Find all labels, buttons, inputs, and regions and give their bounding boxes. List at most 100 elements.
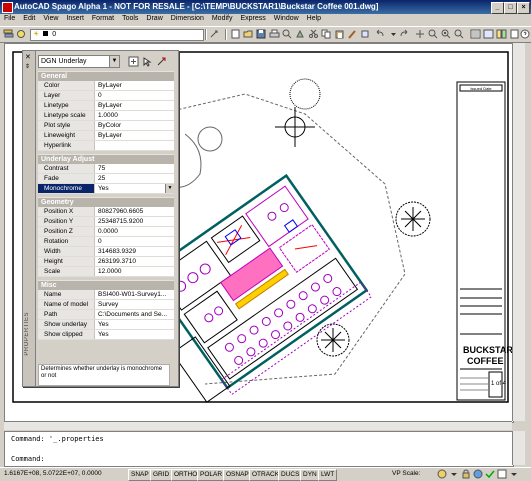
menu-file[interactable]: File	[0, 14, 19, 23]
property-row[interactable]: Name BSI400-W01-Survey1...	[38, 290, 174, 300]
paste-icon[interactable]	[334, 29, 345, 39]
palette-autohide-icon[interactable]: ⇕	[25, 63, 30, 70]
layer-dropdown[interactable]: ☀ 0	[30, 29, 204, 41]
open-file-icon[interactable]	[243, 29, 254, 39]
property-value[interactable]: 263199.3710	[94, 257, 174, 266]
maximize-button[interactable]: □	[504, 2, 517, 14]
menu-help[interactable]: Help	[303, 14, 325, 23]
property-row[interactable]: Contrast 75	[38, 164, 174, 174]
polar-toggle[interactable]: POLAR	[197, 469, 226, 481]
toggle-pickadd-icon[interactable]	[128, 56, 139, 67]
copy-icon[interactable]	[321, 29, 332, 39]
plot-icon[interactable]	[269, 29, 280, 39]
property-value[interactable]: 1.0000	[94, 111, 174, 120]
grid-toggle[interactable]: GRID	[150, 469, 173, 481]
save-icon[interactable]	[256, 29, 267, 39]
publish-icon[interactable]	[295, 29, 306, 39]
property-value[interactable]: 314683.9329	[94, 247, 174, 256]
layer-previous-icon[interactable]	[209, 29, 220, 39]
block-editor-icon[interactable]	[360, 29, 371, 39]
property-value[interactable]: ByLayer	[94, 131, 174, 140]
property-value[interactable]: 12.0000	[94, 267, 174, 276]
minimize-button[interactable]: _	[491, 2, 504, 14]
property-row[interactable]: Name of model Survey	[38, 300, 174, 310]
property-value[interactable]: 0	[94, 91, 174, 100]
section-header[interactable]: Underlay Adjust	[38, 154, 174, 164]
property-row[interactable]: Rotation 0	[38, 237, 174, 247]
property-row[interactable]: Fade 25	[38, 174, 174, 184]
properties-icon[interactable]	[470, 29, 481, 39]
menu-express[interactable]: Express	[236, 14, 269, 23]
property-row[interactable]: Position X 80827960.6605	[38, 207, 174, 217]
property-row[interactable]: Plot style ByColor	[38, 121, 174, 131]
property-value[interactable]: 80827960.6605	[94, 207, 174, 216]
property-row[interactable]: Linetype ByLayer	[38, 101, 174, 111]
match-properties-icon[interactable]	[347, 29, 358, 39]
ducs-toggle[interactable]: DUCS	[278, 469, 303, 481]
property-value[interactable]: Survey	[94, 300, 174, 309]
horizontal-scrollbar[interactable]	[4, 421, 512, 430]
lwt-toggle[interactable]: LWT	[318, 469, 338, 481]
property-row[interactable]: Height 263199.3710	[38, 257, 174, 267]
property-value[interactable]: ByLayer	[94, 81, 174, 90]
cut-icon[interactable]	[308, 29, 319, 39]
palette-title-strip[interactable]: ✕ ⇕ PROPERTIES	[23, 51, 36, 386]
property-row[interactable]: Color ByLayer	[38, 81, 174, 91]
menu-dimension[interactable]: Dimension	[167, 14, 208, 23]
command-prompt[interactable]: Command:	[11, 455, 45, 463]
property-value[interactable]: 0.0000	[94, 227, 174, 236]
clean-screen-icon[interactable]	[497, 469, 507, 479]
redo-icon[interactable]	[398, 29, 409, 39]
undo-icon[interactable]	[375, 29, 386, 39]
ortho-toggle[interactable]: ORTHO	[171, 469, 201, 481]
property-row[interactable]: Show clipped Yes	[38, 330, 174, 340]
property-row[interactable]: Path C:\Documents and Se...	[38, 310, 174, 320]
menu-view[interactable]: View	[39, 14, 62, 23]
pan-icon[interactable]	[415, 29, 426, 39]
property-value[interactable]: ByColor	[94, 121, 174, 130]
quick-select-icon[interactable]	[156, 56, 167, 67]
dropdown-arrow-icon[interactable]	[449, 469, 459, 479]
communication-center-icon[interactable]	[473, 469, 483, 479]
property-row[interactable]: Linetype scale 1.0000	[38, 111, 174, 121]
property-value[interactable]	[94, 141, 174, 150]
property-row[interactable]: Position Y 25348715.9200	[38, 217, 174, 227]
annotation-scale-icon[interactable]	[437, 469, 447, 479]
property-row[interactable]: Layer 0	[38, 91, 174, 101]
tray-settings-icon[interactable]	[509, 469, 519, 479]
menu-format[interactable]: Format	[88, 14, 118, 23]
trusted-icon[interactable]	[485, 469, 495, 479]
snap-toggle[interactable]: SNAP	[128, 469, 152, 481]
property-value[interactable]: C:\Documents and Se...	[94, 310, 174, 319]
zoom-window-icon[interactable]	[441, 29, 452, 39]
property-row[interactable]: Position Z 0.0000	[38, 227, 174, 237]
property-row[interactable]: Scale 12.0000	[38, 267, 174, 277]
help-icon[interactable]	[520, 29, 531, 39]
section-header[interactable]: Geometry	[38, 197, 174, 207]
property-value[interactable]: 0	[94, 237, 174, 246]
menu-draw[interactable]: Draw	[142, 14, 166, 23]
menu-window[interactable]: Window	[270, 14, 303, 23]
vertical-scrollbar[interactable]	[512, 43, 525, 421]
property-value[interactable]: Yes	[94, 320, 174, 329]
plot-preview-icon[interactable]	[282, 29, 293, 39]
lock-icon[interactable]	[461, 469, 471, 479]
zoom-previous-icon[interactable]	[454, 29, 465, 39]
property-value[interactable]: 25	[94, 174, 174, 183]
dyn-toggle[interactable]: DYN	[300, 469, 320, 481]
menu-insert[interactable]: Insert	[62, 14, 88, 23]
dropdown-arrow-icon[interactable]: ▼	[165, 184, 174, 193]
property-value[interactable]: Yes	[94, 330, 174, 339]
osnap-toggle[interactable]: OSNAP	[223, 469, 252, 481]
select-objects-icon[interactable]	[142, 56, 153, 67]
property-value[interactable]: 75	[94, 164, 174, 173]
design-center-icon[interactable]	[483, 29, 494, 39]
property-value[interactable]: BSI400-W01-Survey1...	[94, 290, 174, 299]
layers-icon[interactable]	[3, 29, 14, 39]
zoom-realtime-icon[interactable]	[428, 29, 439, 39]
layer-state-icon[interactable]	[16, 29, 27, 39]
command-window[interactable]: Command: '_.properties Command:	[4, 431, 514, 467]
close-button[interactable]: ×	[517, 2, 530, 14]
menu-modify[interactable]: Modify	[208, 14, 237, 23]
section-header[interactable]: Misc	[38, 280, 174, 290]
